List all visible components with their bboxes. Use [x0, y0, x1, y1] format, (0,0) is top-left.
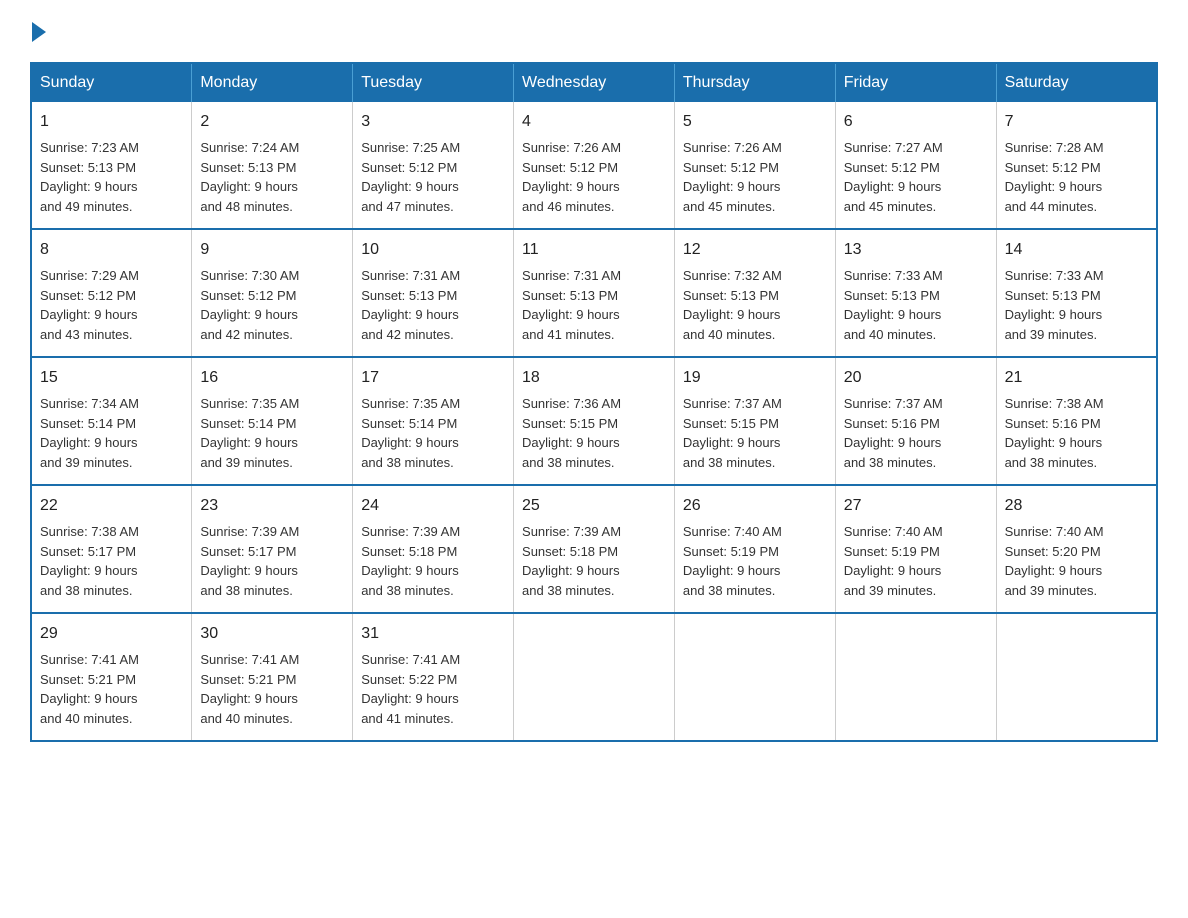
- day-number: 12: [683, 238, 827, 262]
- calendar-cell: 28Sunrise: 7:40 AMSunset: 5:20 PMDayligh…: [996, 485, 1157, 613]
- day-number: 19: [683, 366, 827, 390]
- calendar-cell: 4Sunrise: 7:26 AMSunset: 5:12 PMDaylight…: [514, 102, 675, 229]
- logo: [30, 20, 46, 42]
- calendar-cell: 21Sunrise: 7:38 AMSunset: 5:16 PMDayligh…: [996, 357, 1157, 485]
- calendar-cell: 25Sunrise: 7:39 AMSunset: 5:18 PMDayligh…: [514, 485, 675, 613]
- calendar-cell: 18Sunrise: 7:36 AMSunset: 5:15 PMDayligh…: [514, 357, 675, 485]
- day-number: 13: [844, 238, 988, 262]
- calendar-cell: 29Sunrise: 7:41 AMSunset: 5:21 PMDayligh…: [31, 613, 192, 741]
- calendar-header: SundayMondayTuesdayWednesdayThursdayFrid…: [31, 63, 1157, 102]
- weekday-header-saturday: Saturday: [996, 63, 1157, 102]
- page-header: [30, 20, 1158, 42]
- day-number: 31: [361, 622, 505, 646]
- day-number: 3: [361, 110, 505, 134]
- day-number: 1: [40, 110, 183, 134]
- day-number: 8: [40, 238, 183, 262]
- day-number: 17: [361, 366, 505, 390]
- calendar-cell: [514, 613, 675, 741]
- logo-arrow-icon: [32, 22, 46, 42]
- day-number: 23: [200, 494, 344, 518]
- calendar-body: 1Sunrise: 7:23 AMSunset: 5:13 PMDaylight…: [31, 102, 1157, 741]
- day-number: 9: [200, 238, 344, 262]
- calendar-week-row: 22Sunrise: 7:38 AMSunset: 5:17 PMDayligh…: [31, 485, 1157, 613]
- calendar-cell: 13Sunrise: 7:33 AMSunset: 5:13 PMDayligh…: [835, 229, 996, 357]
- calendar-cell: 22Sunrise: 7:38 AMSunset: 5:17 PMDayligh…: [31, 485, 192, 613]
- day-number: 11: [522, 238, 666, 262]
- calendar-cell: [674, 613, 835, 741]
- calendar-cell: 3Sunrise: 7:25 AMSunset: 5:12 PMDaylight…: [353, 102, 514, 229]
- calendar-cell: 1Sunrise: 7:23 AMSunset: 5:13 PMDaylight…: [31, 102, 192, 229]
- calendar-cell: 17Sunrise: 7:35 AMSunset: 5:14 PMDayligh…: [353, 357, 514, 485]
- day-number: 20: [844, 366, 988, 390]
- calendar-table: SundayMondayTuesdayWednesdayThursdayFrid…: [30, 62, 1158, 742]
- calendar-cell: 16Sunrise: 7:35 AMSunset: 5:14 PMDayligh…: [192, 357, 353, 485]
- calendar-cell: 6Sunrise: 7:27 AMSunset: 5:12 PMDaylight…: [835, 102, 996, 229]
- calendar-week-row: 15Sunrise: 7:34 AMSunset: 5:14 PMDayligh…: [31, 357, 1157, 485]
- calendar-cell: 20Sunrise: 7:37 AMSunset: 5:16 PMDayligh…: [835, 357, 996, 485]
- day-number: 16: [200, 366, 344, 390]
- calendar-cell: 12Sunrise: 7:32 AMSunset: 5:13 PMDayligh…: [674, 229, 835, 357]
- day-number: 24: [361, 494, 505, 518]
- calendar-cell: 5Sunrise: 7:26 AMSunset: 5:12 PMDaylight…: [674, 102, 835, 229]
- calendar-cell: 14Sunrise: 7:33 AMSunset: 5:13 PMDayligh…: [996, 229, 1157, 357]
- weekday-header-thursday: Thursday: [674, 63, 835, 102]
- calendar-cell: 30Sunrise: 7:41 AMSunset: 5:21 PMDayligh…: [192, 613, 353, 741]
- day-number: 10: [361, 238, 505, 262]
- calendar-cell: 11Sunrise: 7:31 AMSunset: 5:13 PMDayligh…: [514, 229, 675, 357]
- day-number: 25: [522, 494, 666, 518]
- day-number: 26: [683, 494, 827, 518]
- day-number: 5: [683, 110, 827, 134]
- calendar-cell: 31Sunrise: 7:41 AMSunset: 5:22 PMDayligh…: [353, 613, 514, 741]
- day-number: 4: [522, 110, 666, 134]
- calendar-cell: 23Sunrise: 7:39 AMSunset: 5:17 PMDayligh…: [192, 485, 353, 613]
- calendar-cell: 15Sunrise: 7:34 AMSunset: 5:14 PMDayligh…: [31, 357, 192, 485]
- weekday-header-row: SundayMondayTuesdayWednesdayThursdayFrid…: [31, 63, 1157, 102]
- day-number: 29: [40, 622, 183, 646]
- day-number: 27: [844, 494, 988, 518]
- calendar-cell: 7Sunrise: 7:28 AMSunset: 5:12 PMDaylight…: [996, 102, 1157, 229]
- calendar-cell: [835, 613, 996, 741]
- day-number: 28: [1005, 494, 1148, 518]
- day-number: 21: [1005, 366, 1148, 390]
- day-number: 6: [844, 110, 988, 134]
- calendar-cell: 2Sunrise: 7:24 AMSunset: 5:13 PMDaylight…: [192, 102, 353, 229]
- calendar-cell: [996, 613, 1157, 741]
- day-number: 2: [200, 110, 344, 134]
- day-number: 7: [1005, 110, 1148, 134]
- day-number: 22: [40, 494, 183, 518]
- calendar-cell: 27Sunrise: 7:40 AMSunset: 5:19 PMDayligh…: [835, 485, 996, 613]
- calendar-cell: 9Sunrise: 7:30 AMSunset: 5:12 PMDaylight…: [192, 229, 353, 357]
- calendar-cell: 10Sunrise: 7:31 AMSunset: 5:13 PMDayligh…: [353, 229, 514, 357]
- calendar-week-row: 29Sunrise: 7:41 AMSunset: 5:21 PMDayligh…: [31, 613, 1157, 741]
- calendar-cell: 8Sunrise: 7:29 AMSunset: 5:12 PMDaylight…: [31, 229, 192, 357]
- calendar-cell: 24Sunrise: 7:39 AMSunset: 5:18 PMDayligh…: [353, 485, 514, 613]
- calendar-cell: 19Sunrise: 7:37 AMSunset: 5:15 PMDayligh…: [674, 357, 835, 485]
- weekday-header-monday: Monday: [192, 63, 353, 102]
- weekday-header-friday: Friday: [835, 63, 996, 102]
- weekday-header-sunday: Sunday: [31, 63, 192, 102]
- weekday-header-wednesday: Wednesday: [514, 63, 675, 102]
- day-number: 15: [40, 366, 183, 390]
- day-number: 18: [522, 366, 666, 390]
- day-number: 14: [1005, 238, 1148, 262]
- day-number: 30: [200, 622, 344, 646]
- weekday-header-tuesday: Tuesday: [353, 63, 514, 102]
- calendar-week-row: 1Sunrise: 7:23 AMSunset: 5:13 PMDaylight…: [31, 102, 1157, 229]
- calendar-week-row: 8Sunrise: 7:29 AMSunset: 5:12 PMDaylight…: [31, 229, 1157, 357]
- calendar-cell: 26Sunrise: 7:40 AMSunset: 5:19 PMDayligh…: [674, 485, 835, 613]
